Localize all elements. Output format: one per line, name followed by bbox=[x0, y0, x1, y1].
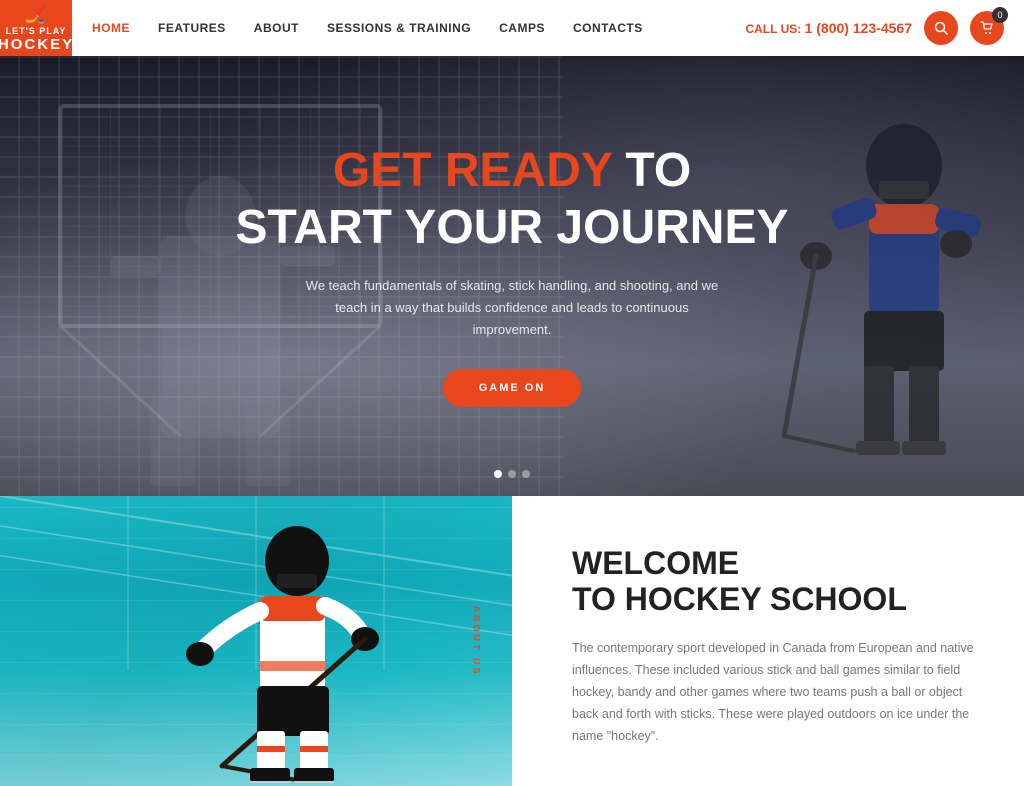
logo[interactable]: 🏒 LET'S PLAY HOCKEY bbox=[0, 0, 72, 56]
nav-home[interactable]: HOME bbox=[92, 21, 130, 35]
about-image: ABOUT US bbox=[0, 496, 512, 786]
logo-lets: LET'S PLAY bbox=[6, 26, 67, 36]
nav-right: CALL US: 1 (800) 123-4567 0 bbox=[745, 11, 1004, 45]
hero-title-line1: GET READY TO bbox=[236, 145, 789, 198]
logo-hockey: HOCKEY bbox=[0, 36, 74, 53]
about-section: ABOUT US WELCOME TO HOCKEY SCHOOL The co… bbox=[0, 496, 1024, 786]
about-text: The contemporary sport developed in Cana… bbox=[572, 638, 974, 747]
search-icon bbox=[934, 21, 948, 35]
search-button[interactable] bbox=[924, 11, 958, 45]
navbar: 🏒 LET'S PLAY HOCKEY HOME FEATURES ABOUT … bbox=[0, 0, 1024, 56]
cart-badge: 0 bbox=[992, 7, 1008, 23]
call-us: CALL US: 1 (800) 123-4567 bbox=[745, 20, 912, 36]
nav-features[interactable]: FEATURES bbox=[158, 21, 226, 35]
about-title-line2: TO HOCKEY SCHOOL bbox=[572, 581, 907, 617]
hero-dots bbox=[494, 470, 530, 478]
nav-links: HOME FEATURES ABOUT SESSIONS & TRAINING … bbox=[92, 21, 745, 35]
cart-icon bbox=[980, 21, 994, 35]
about-player-svg bbox=[152, 506, 412, 786]
phone-number: 1 (800) 123-4567 bbox=[805, 20, 912, 36]
hero-dot-1[interactable] bbox=[494, 470, 502, 478]
nav-contacts[interactable]: CONTACTS bbox=[573, 21, 643, 35]
cart-button[interactable]: 0 bbox=[970, 11, 1004, 45]
about-title: WELCOME TO HOCKEY SCHOOL bbox=[572, 545, 974, 619]
nav-about[interactable]: ABOUT bbox=[254, 21, 299, 35]
hero-cta-button[interactable]: GAME ON bbox=[443, 369, 582, 407]
hero-section: GET READY TO START YOUR JOURNEY We teach… bbox=[0, 56, 1024, 496]
logo-icon: 🏒 bbox=[25, 4, 47, 25]
hero-title-orange: GET READY bbox=[333, 144, 612, 197]
hero-dot-2[interactable] bbox=[508, 470, 516, 478]
hero-content: GET READY TO START YOUR JOURNEY We teach… bbox=[216, 145, 809, 407]
call-label: CALL US: bbox=[745, 22, 801, 36]
hero-title-to: TO bbox=[625, 144, 691, 197]
hero-dot-3[interactable] bbox=[522, 470, 530, 478]
nav-camps[interactable]: CAMPS bbox=[499, 21, 545, 35]
nav-sessions[interactable]: SESSIONS & TRAINING bbox=[327, 21, 471, 35]
hero-title-line2: START YOUR JOURNEY bbox=[236, 202, 789, 255]
about-vertical-label: ABOUT US bbox=[472, 606, 482, 677]
about-text-side: WELCOME TO HOCKEY SCHOOL The contemporar… bbox=[512, 496, 1024, 786]
hero-subtitle: We teach fundamentals of skating, stick … bbox=[302, 275, 722, 341]
about-title-line1: WELCOME bbox=[572, 545, 739, 581]
